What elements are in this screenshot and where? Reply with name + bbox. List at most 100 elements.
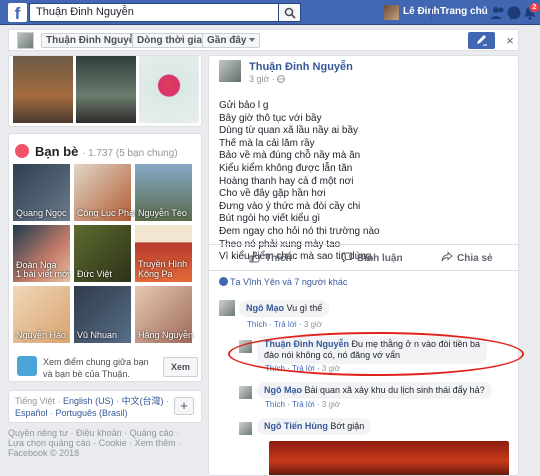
share-button[interactable]: Chia sẻ <box>441 251 493 264</box>
user-name-link[interactable]: Lê Đinh <box>403 6 440 17</box>
messenger-icon[interactable] <box>506 5 522 21</box>
close-button[interactable]: × <box>503 32 517 49</box>
replier-avatar[interactable] <box>239 422 252 435</box>
friend-name: Vũ Nhuan <box>77 330 118 340</box>
like-reaction-icon <box>219 277 228 286</box>
post-line: Bảo về mà đúng chỗ nầy mà ăn <box>219 150 361 162</box>
home-link[interactable]: Trang chủ <box>440 6 488 17</box>
friend-name: Quang Ngọc <box>16 208 67 218</box>
comment-button[interactable]: Bình luận <box>341 251 403 264</box>
friend-tile-quang-ngoc[interactable]: Quang Ngọc <box>13 164 70 221</box>
post-author-name[interactable]: Thuận Đinh Nguyễn <box>249 61 353 73</box>
edit-button[interactable] <box>468 32 495 49</box>
photo-tile[interactable] <box>75 56 137 124</box>
replier-name[interactable]: Ngô Tiến Hùng <box>264 421 328 431</box>
post-timestamp[interactable]: 3 giờ · <box>249 74 286 84</box>
profile-name-button[interactable]: Thuận Đinh Nguyễn <box>41 33 146 48</box>
friends-count: · 1.737 (5 bạn chung) <box>81 148 178 159</box>
search-button[interactable] <box>279 3 301 22</box>
photo-tile[interactable] <box>12 56 74 124</box>
post-line: Bây giờ thô tục với bầy <box>219 112 322 124</box>
footer-links: Quyền riêng tư · Điều khoản · Quảng cáo … <box>8 428 202 458</box>
comment-text: Vu gì thế <box>286 303 323 313</box>
profile-thumbnail[interactable] <box>17 32 34 49</box>
reaction-summary[interactable]: Tạ Vĩnh Yên và 7 người khác <box>219 277 347 287</box>
globe-icon <box>277 75 286 83</box>
language-card: Tiếng Việt · English (US) · 中文(台灣) · Esp… <box>8 390 202 423</box>
replier-avatar[interactable] <box>239 386 252 399</box>
timeline-label: Dòng thời gian <box>137 35 208 46</box>
friends-title[interactable]: Bạn bè · 1.737 (5 bạn chung) <box>35 144 178 159</box>
post-line: Gửi bảo l g <box>219 100 269 111</box>
current-language: Tiếng Việt · <box>15 396 61 406</box>
friend-tile-nguyen-hao[interactable]: Nguyễn Hảo <box>13 286 70 343</box>
friend-tile-truyen-hinh-kong-pa[interactable]: Truyền Hình Kông Pa <box>135 225 192 282</box>
thumbs-up-icon <box>249 251 261 263</box>
top-navigation-bar: f Thuận Đinh Nguyễn Lê Đinh Trang chủ 2 <box>0 0 540 25</box>
nav-divider <box>431 6 432 19</box>
friend-tile-cong-luc-phan[interactable]: Công Lục Phan <box>74 164 139 221</box>
friend-name: Đức Việt <box>77 269 112 279</box>
reply-text: Bài quan xã xảy khu du lịch sinh thái đẩ… <box>304 385 485 395</box>
footer-copyright: Facebook © 2018 <box>8 448 80 458</box>
share-label: Chia sẻ <box>457 253 493 264</box>
footer-line-1[interactable]: Quyền riêng tư · Điều khoản · Quảng cáo … <box>8 428 202 438</box>
search-input[interactable]: Thuận Đinh Nguyễn <box>29 3 279 22</box>
add-language-button[interactable]: + <box>174 397 194 415</box>
reply-meta: Thích · Trả lời · 3 giờ <box>265 400 340 409</box>
friend-new-post-label: 1 bài viết mới <box>16 269 70 279</box>
see-mutual-button[interactable]: Xem <box>163 357 198 377</box>
friend-name: Nguyễn Tèo <box>138 208 187 218</box>
commenter-avatar[interactable] <box>219 300 235 316</box>
profile-subbar: Thuận Đinh Nguyễn Dòng thời gian Gần đây… <box>8 29 519 51</box>
reply-like-link[interactable]: Thích <box>265 400 285 409</box>
comment-reply-link[interactable]: Trả lời <box>274 320 297 329</box>
language-portuguese[interactable]: Português (Brasil) <box>56 408 128 418</box>
friend-tile-vu-nhuan[interactable]: Vũ Nhuan <box>74 286 131 343</box>
photos-card <box>8 55 202 127</box>
footer-line-2[interactable]: Lựa chọn quảng cáo · Cookie · Xem thêm · <box>8 438 202 448</box>
friend-tile-duc-viet[interactable]: Đức Việt <box>74 225 131 282</box>
friend-name: Công Lục Phan <box>77 208 140 218</box>
share-icon <box>441 251 453 262</box>
language-spanish[interactable]: Español <box>15 408 48 418</box>
post-line: Đem ngay cho hỏi nó thi trường nào <box>219 225 380 237</box>
friend-tile-nguyen-teo[interactable]: Nguyễn Tèo <box>135 164 192 221</box>
mutual-friends-icon <box>17 356 37 376</box>
photo-tile[interactable] <box>138 56 200 124</box>
recent-dropdown[interactable]: Gần đây <box>202 33 261 48</box>
reply-time: 3 giờ <box>321 400 340 409</box>
post-time-text: 3 giờ · <box>249 74 275 84</box>
like-label: Thích <box>265 253 292 264</box>
friends-card: Bạn bè · 1.737 (5 bạn chung) Quang Ngọc … <box>8 133 202 382</box>
post-author-avatar[interactable] <box>219 60 241 82</box>
chevron-down-icon <box>249 38 256 43</box>
like-button[interactable]: Thích <box>249 251 292 264</box>
comment-attached-image[interactable] <box>269 441 509 475</box>
friend-tile-hang-nguyen[interactable]: Hằng Nguyễn <box>135 286 193 343</box>
comment-bubble: Ngô Mạo Vu gì thế <box>239 300 330 317</box>
comment-label: Bình luận <box>357 253 403 264</box>
post-line: Đưng vào ý thức mà đòi cầy chi <box>219 200 361 212</box>
friend-requests-icon[interactable] <box>490 5 506 21</box>
post-line: Bút ngòi họ viết kiểu gì <box>219 213 321 225</box>
replier-name[interactable]: Ngô Mạo <box>264 385 302 395</box>
friends-title-label: Bạn bè <box>35 144 79 159</box>
language-chinese[interactable]: 中文(台灣) <box>122 396 164 406</box>
recent-label: Gần đây <box>207 35 247 46</box>
user-avatar[interactable] <box>384 5 399 20</box>
search-icon <box>284 7 296 19</box>
red-highlight-oval <box>228 332 524 376</box>
friend-tile-doan-nga[interactable]: Đoàn Nga 1 bài viết mới <box>13 225 70 282</box>
language-english[interactable]: English (US) <box>63 396 114 406</box>
reply-reply-link[interactable]: Trả lời <box>292 400 315 409</box>
pencil-icon <box>477 35 487 46</box>
reaction-text: Tạ Vĩnh Yên và 7 người khác <box>230 277 348 287</box>
comment-like-link[interactable]: Thích <box>247 320 267 329</box>
facebook-logo[interactable]: f <box>8 3 27 22</box>
reply-bubble: Ngô Tiến Hùng Bớt giận <box>257 418 372 435</box>
comment-icon <box>342 252 352 263</box>
friend-name: Nguyễn Hảo <box>16 330 67 340</box>
commenter-name[interactable]: Ngô Mạo <box>246 303 284 313</box>
comment-time: 3 giờ <box>303 320 322 329</box>
